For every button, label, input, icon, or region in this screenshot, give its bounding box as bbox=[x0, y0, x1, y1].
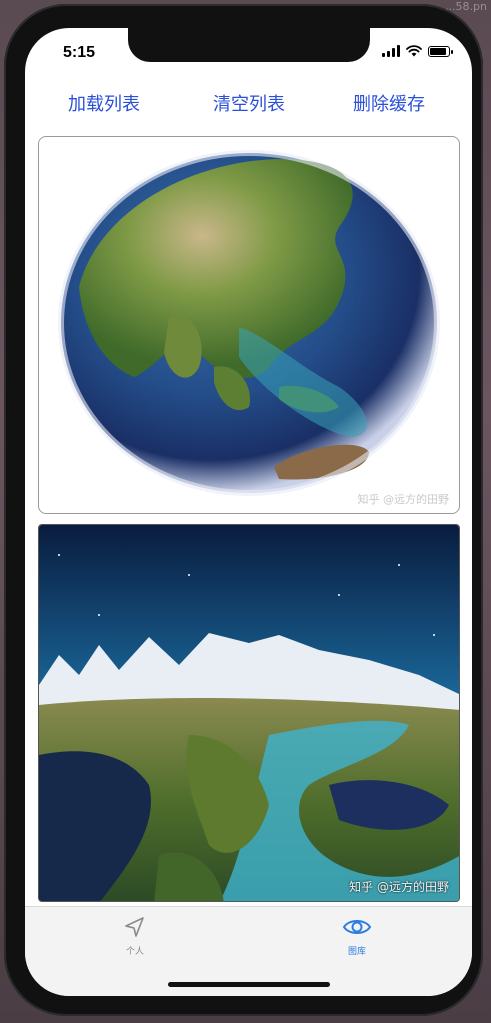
phone-frame: 5:15 加载列表 清空列表 删除缓存 知乎 @远方的田野 知乎 @远方的田野 … bbox=[4, 4, 483, 1016]
wifi-icon bbox=[406, 45, 422, 57]
tab-label: 个人 bbox=[125, 947, 144, 957]
app-screen: 5:15 加载列表 清空列表 删除缓存 知乎 @远方的田野 知乎 @远方的田野 … bbox=[25, 28, 472, 996]
delete-cache-button[interactable]: 删除缓存 bbox=[353, 90, 425, 116]
location-arrow-icon bbox=[125, 917, 144, 937]
clear-list-button[interactable]: 清空列表 bbox=[213, 90, 285, 116]
home-indicator[interactable] bbox=[168, 982, 330, 987]
device-notch bbox=[128, 28, 370, 62]
cellular-signal-icon bbox=[382, 45, 400, 57]
globe-image bbox=[58, 150, 440, 496]
eye-icon bbox=[342, 920, 372, 934]
tab-gallery[interactable]: 图库 bbox=[327, 915, 387, 957]
image-watermark: 知乎 @远方的田野 bbox=[357, 493, 450, 506]
tab-personal[interactable]: 个人 bbox=[105, 915, 165, 957]
landscape-image bbox=[39, 525, 459, 901]
battery-icon bbox=[428, 45, 453, 57]
status-time: 5:15 bbox=[63, 44, 96, 61]
tab-label: 图库 bbox=[347, 947, 366, 957]
gallery-card-globe[interactable]: 知乎 @远方的田野 bbox=[38, 136, 460, 514]
gallery-card-landscape[interactable]: 知乎 @远方的田野 bbox=[38, 524, 460, 902]
action-toolbar: 加载列表 清空列表 删除缓存 bbox=[25, 90, 472, 120]
image-watermark: 知乎 @远方的田野 bbox=[349, 880, 449, 894]
status-icons bbox=[382, 45, 453, 57]
load-list-button[interactable]: 加载列表 bbox=[68, 90, 140, 116]
